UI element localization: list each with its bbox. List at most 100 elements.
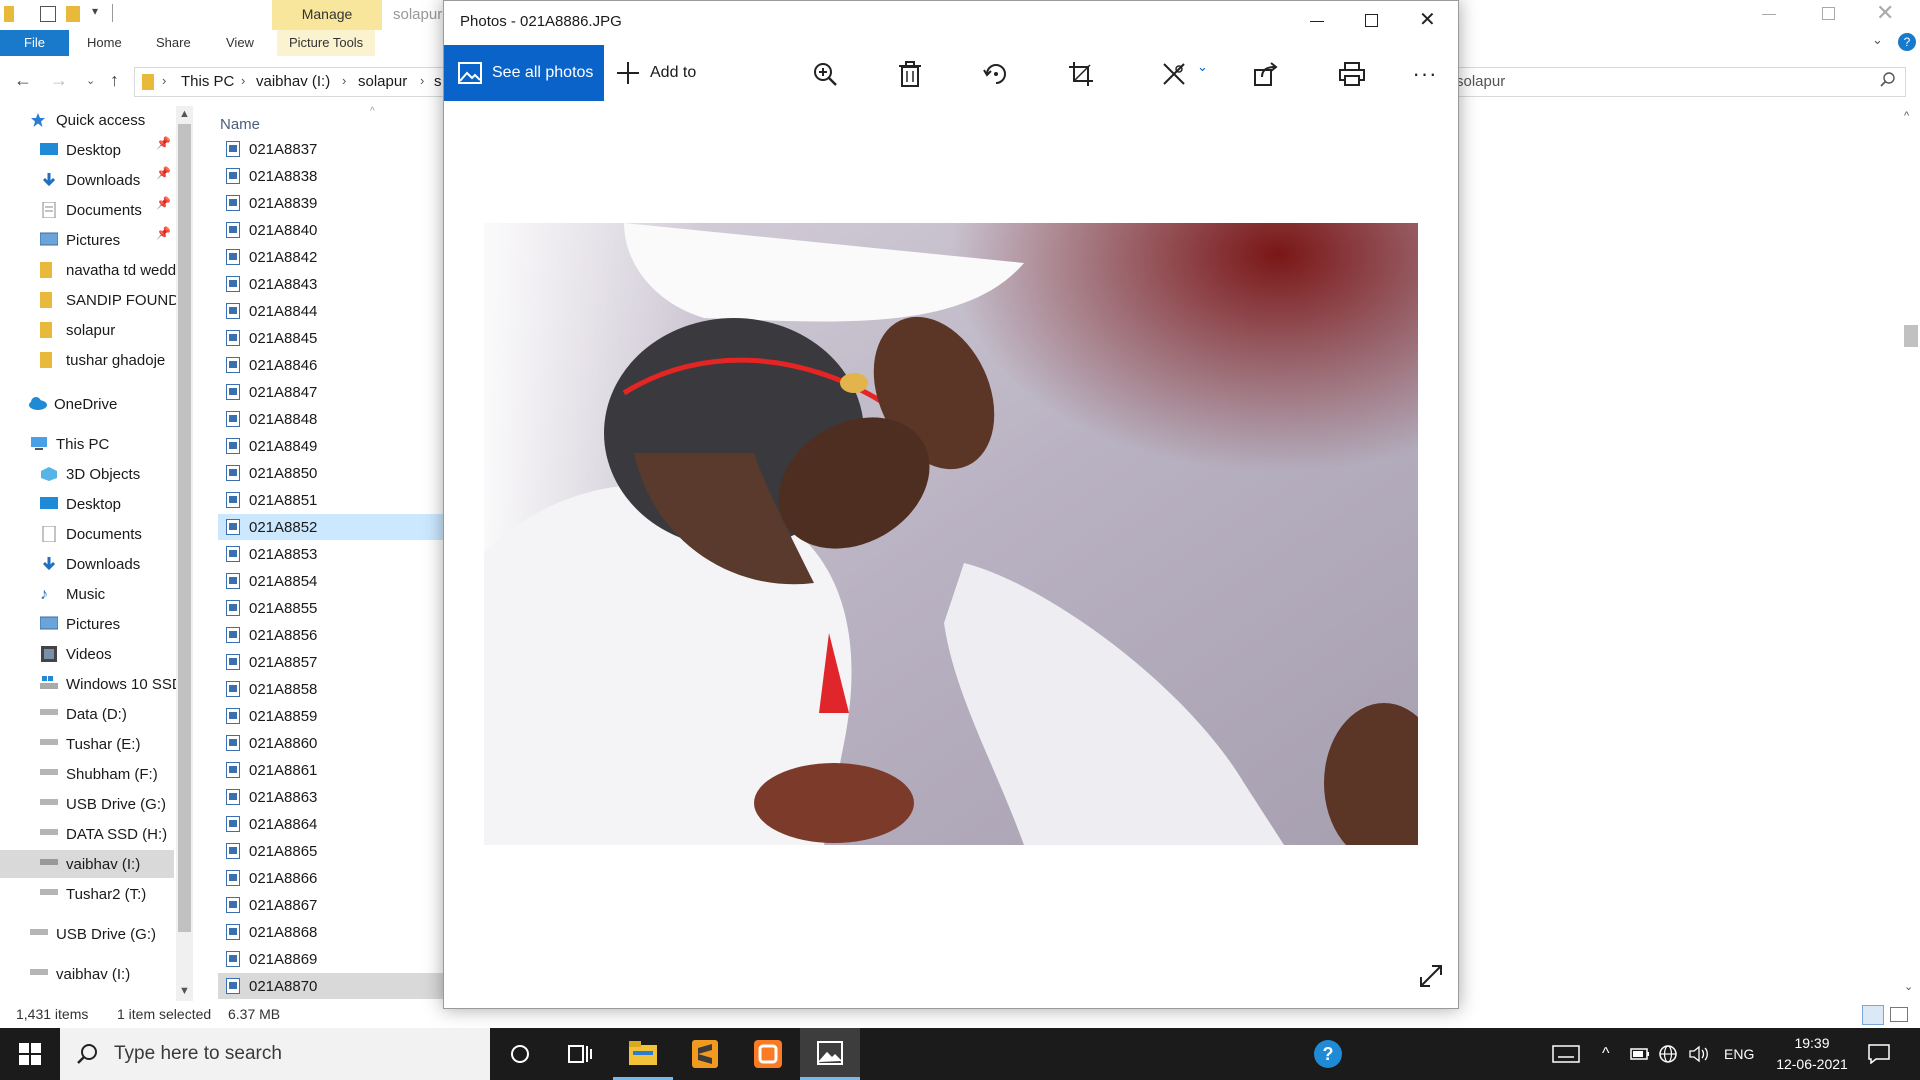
nav-drive[interactable]: USB Drive (G:) [40,790,166,818]
taskbar-file-explorer[interactable] [613,1028,673,1080]
print-button[interactable] [1335,57,1369,91]
nav-folder[interactable]: tushar ghadoje [40,346,165,374]
file-row[interactable]: 021A8853 [218,541,448,567]
file-row[interactable]: 021A8850 [218,460,448,486]
tab-view[interactable]: View [226,30,254,56]
nav-desktop[interactable]: Desktop [40,490,121,518]
file-row[interactable]: 021A8860 [218,730,448,756]
add-to-button[interactable]: Add to [616,45,696,101]
share-button[interactable] [1249,57,1283,91]
restore-icon[interactable] [1822,7,1835,20]
volume-button[interactable] [1688,1028,1712,1080]
file-row[interactable]: 021A8839 [218,190,448,216]
file-row[interactable]: 021A8863 [218,784,448,810]
delete-button[interactable] [893,57,927,91]
crop-button[interactable] [1064,57,1098,91]
file-row[interactable]: 021A8843 [218,271,448,297]
more-button[interactable]: ··· [1408,57,1442,91]
file-row[interactable]: 021A8852 [218,514,448,540]
full-screen-button[interactable] [1416,961,1446,991]
maximize-icon[interactable] [1365,14,1378,27]
tab-picture-tools[interactable]: Picture Tools [277,30,376,56]
file-row[interactable]: 021A8857 [218,649,448,675]
file-row[interactable]: 021A8866 [218,865,448,891]
nav-vaibhav-drive[interactable]: vaibhav (I:) [30,960,130,988]
properties-icon[interactable] [40,6,56,22]
nav-usb-drive[interactable]: USB Drive (G:) [30,920,156,948]
file-row[interactable]: 021A8868 [218,919,448,945]
close-icon[interactable]: ✕ [1419,7,1436,32]
nav-this-pc[interactable]: This PC [30,430,109,458]
nav-documents[interactable]: Documents [40,520,142,548]
back-icon[interactable]: ← [14,70,32,91]
nav-drive[interactable]: Data (D:) [40,700,127,728]
file-row[interactable]: 021A8842 [218,244,448,270]
help-icon[interactable]: ? [1898,33,1916,51]
large-icons-view-icon[interactable] [1890,1007,1908,1022]
customize-toolbar-icon[interactable]: ▾ [92,4,98,18]
file-row[interactable]: 021A8844 [218,298,448,324]
manage-tab[interactable]: Manage [272,0,382,30]
file-row[interactable]: 021A8869 [218,946,448,972]
file-row[interactable]: 021A8865 [218,838,448,864]
file-row[interactable]: 021A8861 [218,757,448,783]
breadcrumb-sub[interactable]: s [434,73,442,90]
tab-home[interactable]: Home [87,30,122,56]
file-row[interactable]: 021A8846 [218,352,448,378]
search-box[interactable] [1446,67,1906,97]
file-row[interactable]: 021A8837 [218,136,448,162]
show-hidden-icons-button[interactable]: ^ [1602,1028,1610,1080]
photo-image[interactable] [484,223,1418,845]
search-input[interactable]: solapur [1456,73,1505,90]
breadcrumb-vaibhav[interactable]: vaibhav (I:) [256,73,330,90]
new-folder-icon[interactable] [66,6,80,22]
nav-folder[interactable]: SANDIP FOUNDATION [40,286,176,314]
pin-icon[interactable]: 📌 [156,136,171,150]
breadcrumb-this-pc[interactable]: This PC [181,73,234,90]
file-row[interactable]: 021A8859 [218,703,448,729]
file-row[interactable]: 021A8854 [218,568,448,594]
file-row[interactable]: 021A8867 [218,892,448,918]
nav-quick-access[interactable]: Quick access [30,106,145,134]
file-row[interactable]: 021A8845 [218,325,448,351]
chevron-down-icon[interactable]: ⌄ [1197,59,1208,75]
file-row[interactable]: 021A8847 [218,379,448,405]
file-row[interactable]: 021A8858 [218,676,448,702]
nav-pictures[interactable]: Pictures [40,226,120,254]
taskbar-photos[interactable] [800,1028,860,1080]
nav-videos[interactable]: Videos [40,640,112,668]
search-icon[interactable] [1880,72,1896,88]
see-all-photos-button[interactable]: See all photos [444,45,604,101]
nav-drive[interactable]: DATA SSD (H:) [40,820,167,848]
tab-file[interactable]: File [0,30,69,56]
nav-documents[interactable]: Documents [40,196,142,224]
nav-drive[interactable]: Windows 10 SSD [40,670,176,698]
nav-drive[interactable]: Shubham (F:) [40,760,158,788]
nav-music[interactable]: ♪ Music [40,580,105,608]
taskbar-search-input[interactable]: Type here to search [114,1043,282,1065]
input-language[interactable]: ENG [1724,1028,1754,1080]
battery-button[interactable] [1630,1028,1650,1080]
close-icon[interactable]: ✕ [1876,0,1894,26]
nav-desktop[interactable]: Desktop [40,136,121,164]
nav-folder[interactable]: solapur [40,316,115,344]
taskbar-search-box[interactable]: Type here to search [60,1028,490,1080]
file-row[interactable]: 021A8840 [218,217,448,243]
taskbar-xampp[interactable] [738,1028,798,1080]
nav-folder[interactable]: navatha td wedding [40,256,176,284]
recent-locations-icon[interactable]: ⌄ [86,74,95,87]
content-scrollbar-thumb[interactable] [1904,325,1918,347]
start-button[interactable] [0,1028,60,1080]
content-scrollbar[interactable] [1902,106,1920,1001]
edit-button[interactable] [1157,57,1191,91]
tab-share[interactable]: Share [156,30,191,56]
pin-icon[interactable]: 📌 [156,226,171,240]
details-view-icon[interactable] [1862,1005,1884,1025]
folder-icon[interactable] [4,6,14,22]
nav-scrollbar-thumb[interactable] [178,124,191,932]
minimize-icon[interactable] [1762,14,1776,15]
file-row[interactable]: 021A8848 [218,406,448,432]
cortana-button[interactable] [490,1028,550,1080]
nav-3d-objects[interactable]: 3D Objects [40,460,140,488]
nav-drive-selected[interactable]: vaibhav (I:) [0,850,174,878]
